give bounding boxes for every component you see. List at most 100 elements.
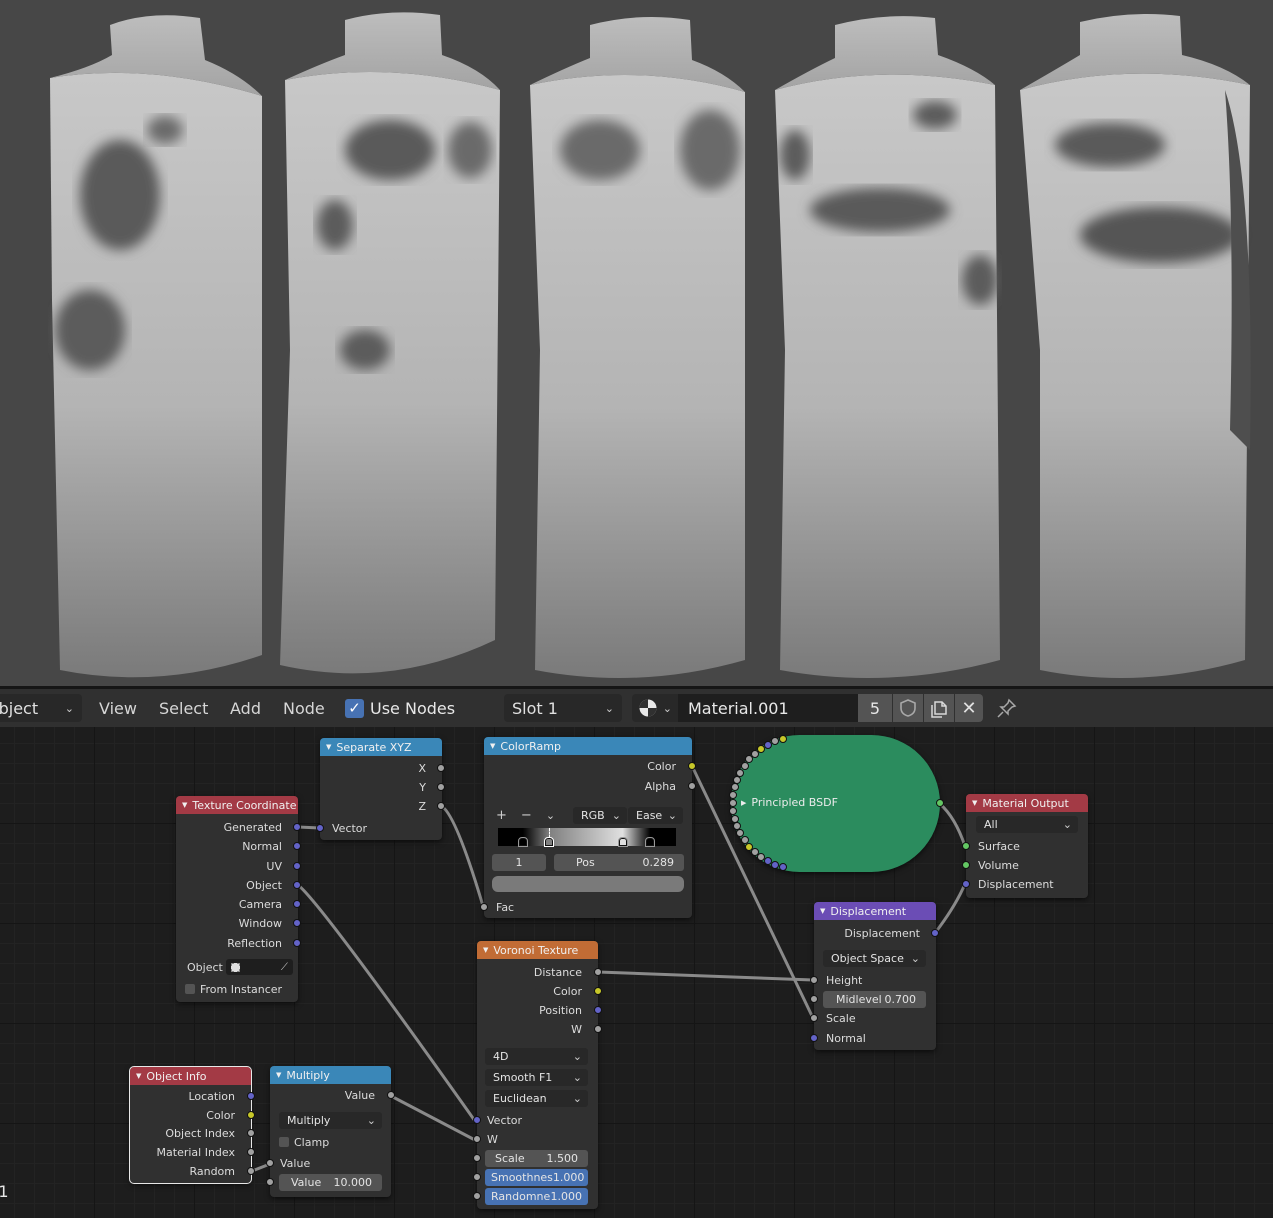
collapse-triangle-icon[interactable]: ▼	[182, 801, 187, 809]
collapse-triangle-icon[interactable]: ▼	[136, 1072, 141, 1080]
bsdf-input-socket[interactable]	[771, 860, 780, 869]
socket-value-out[interactable]	[387, 1091, 395, 1099]
metric-dropdown[interactable]: Euclidean ⌄	[485, 1090, 588, 1107]
color-stop-marker[interactable]	[617, 837, 628, 847]
checkbox-unchecked-icon[interactable]	[279, 1137, 289, 1147]
color-stop-marker[interactable]	[544, 837, 555, 847]
socket-bsdf-out[interactable]	[936, 799, 944, 807]
node-multiply[interactable]: ▼ Multiply Value Multiply ⌄ Clamp Value Va…	[266, 1066, 395, 1197]
socket-displacement-in[interactable]	[962, 880, 970, 888]
active-stop-index[interactable]: 1	[492, 854, 546, 871]
node-separate-xyz[interactable]: ▼ Separate XYZ X Y Z Vector	[316, 738, 445, 840]
bsdf-input-socket[interactable]	[730, 783, 739, 792]
slot-dropdown[interactable]: Slot 1 ⌄	[504, 694, 622, 722]
clamp-checkbox[interactable]: Clamp	[279, 1134, 329, 1150]
socket-material-index[interactable]	[247, 1148, 255, 1156]
node-color-ramp[interactable]: ▼ ColorRamp Color Alpha + − ⌄ RGB ⌄ Ease ⌄ …	[480, 737, 696, 918]
bsdf-input-socket[interactable]	[729, 791, 738, 800]
socket-color[interactable]	[688, 762, 696, 770]
interpolation-dropdown[interactable]: Ease ⌄	[628, 807, 683, 824]
socket-object[interactable]	[293, 881, 301, 889]
color-stop-marker[interactable]	[517, 837, 528, 847]
socket-alpha[interactable]	[688, 782, 696, 790]
node-header[interactable]: ▶ Principled BSDF	[741, 796, 838, 809]
remove-stop-button[interactable]: −	[521, 808, 532, 823]
socket-midlevel[interactable]	[810, 995, 818, 1003]
socket-reflection[interactable]	[293, 939, 301, 947]
menu-node[interactable]: Node	[283, 694, 325, 722]
socket-height[interactable]	[810, 976, 818, 984]
socket-position[interactable]	[594, 1006, 602, 1014]
socket-color[interactable]	[247, 1111, 255, 1119]
node-header[interactable]: ▼ Displacement	[814, 902, 936, 920]
socket-z[interactable]	[437, 802, 445, 810]
collapse-triangle-icon[interactable]: ▼	[972, 799, 977, 807]
node-header[interactable]: ▼ Material Output	[966, 794, 1088, 812]
stop-color-swatch[interactable]	[492, 876, 684, 892]
collapse-triangle-icon[interactable]: ▼	[276, 1071, 281, 1079]
unlink-material-button[interactable]: ✕	[955, 694, 983, 722]
node-header[interactable]: ▼ Object Info	[130, 1067, 251, 1085]
socket-randomness[interactable]	[473, 1192, 481, 1200]
socket-fac[interactable]	[480, 903, 488, 911]
node-header[interactable]: ▼ ColorRamp	[484, 737, 692, 755]
socket-window[interactable]	[293, 919, 301, 927]
socket-value-in[interactable]	[266, 1159, 274, 1167]
node-displacement[interactable]: ▼ Displacement Displacement Object Space ⌄…	[810, 902, 939, 1050]
menu-view[interactable]: View	[99, 694, 137, 722]
fake-user-button[interactable]	[893, 694, 923, 722]
object-picker-field[interactable]: ⟋	[225, 959, 293, 975]
socket-value-in-2[interactable]	[266, 1178, 274, 1186]
checkbox-checked-icon[interactable]: ✓	[345, 698, 364, 718]
bsdf-input-socket[interactable]	[778, 735, 787, 744]
socket-w-out[interactable]	[594, 1025, 602, 1033]
bsdf-input-socket[interactable]	[778, 862, 787, 871]
socket-y[interactable]	[437, 783, 445, 791]
dimensions-dropdown[interactable]: 4D ⌄	[485, 1048, 588, 1065]
operation-dropdown[interactable]: Multiply ⌄	[279, 1112, 382, 1129]
socket-vector-in[interactable]	[316, 824, 324, 832]
collapse-triangle-icon[interactable]: ▼	[490, 742, 495, 750]
node-voronoi-texture[interactable]: ▼ Voronoi Texture Distance Color Position…	[473, 941, 602, 1209]
node-principled-bsdf[interactable]: ▶ Principled BSDF	[729, 735, 944, 872]
bsdf-input-socket[interactable]	[771, 737, 780, 746]
bsdf-input-socket[interactable]	[729, 806, 738, 815]
browse-material-button[interactable]: ⌄	[632, 694, 678, 722]
node-material-output[interactable]: ▼ Material Output All ⌄ Surface Volume Dis…	[962, 794, 1088, 898]
bsdf-input-socket[interactable]	[763, 740, 772, 749]
socket-displacement-out[interactable]	[931, 929, 939, 937]
space-dropdown[interactable]: Object Space ⌄	[823, 950, 926, 967]
3d-viewport[interactable]	[0, 0, 1273, 686]
randomness-field[interactable]: Randomne 1.000	[485, 1188, 588, 1205]
socket-vector-in[interactable]	[473, 1116, 481, 1124]
node-header[interactable]: ▼ Texture Coordinate	[176, 796, 298, 814]
socket-smoothness[interactable]	[473, 1173, 481, 1181]
socket-distance[interactable]	[594, 968, 602, 976]
scale-field[interactable]: Scale 1.500	[485, 1150, 588, 1167]
node-editor-canvas[interactable]: ▼ Separate XYZ X Y Z Vector ▼ Texture Coor…	[0, 727, 1273, 1218]
socket-normal[interactable]	[810, 1034, 818, 1042]
stop-position-field[interactable]: Pos 0.289	[554, 854, 684, 871]
socket-normal[interactable]	[293, 842, 301, 850]
from-instancer-checkbox[interactable]: From Instancer	[185, 981, 282, 997]
expand-triangle-icon[interactable]: ▶	[741, 799, 746, 807]
node-texture-coordinate[interactable]: ▼ Texture Coordinate Generated Normal UV …	[176, 796, 301, 1002]
use-nodes-toggle[interactable]: ✓ Use Nodes	[345, 694, 455, 722]
socket-w-in[interactable]	[473, 1135, 481, 1143]
color-stop-marker[interactable]	[645, 837, 656, 847]
pin-button[interactable]	[995, 694, 1019, 722]
smoothness-field[interactable]: Smoothnes 1.000	[485, 1169, 588, 1186]
menu-select[interactable]: Select	[159, 694, 208, 722]
socket-scale[interactable]	[810, 1014, 818, 1022]
collapse-triangle-icon[interactable]: ▼	[483, 946, 488, 954]
menu-add[interactable]: Add	[230, 694, 261, 722]
socket-color[interactable]	[594, 987, 602, 995]
socket-x[interactable]	[437, 764, 445, 772]
material-name-field[interactable]: Material.001	[678, 694, 858, 722]
target-dropdown[interactable]: All ⌄	[976, 816, 1078, 833]
add-stop-button[interactable]: +	[496, 808, 507, 823]
ramp-menu-button[interactable]: ⌄	[546, 809, 555, 822]
socket-surface[interactable]	[962, 842, 970, 850]
node-header[interactable]: ▼ Separate XYZ	[320, 738, 442, 756]
socket-uv[interactable]	[293, 862, 301, 870]
